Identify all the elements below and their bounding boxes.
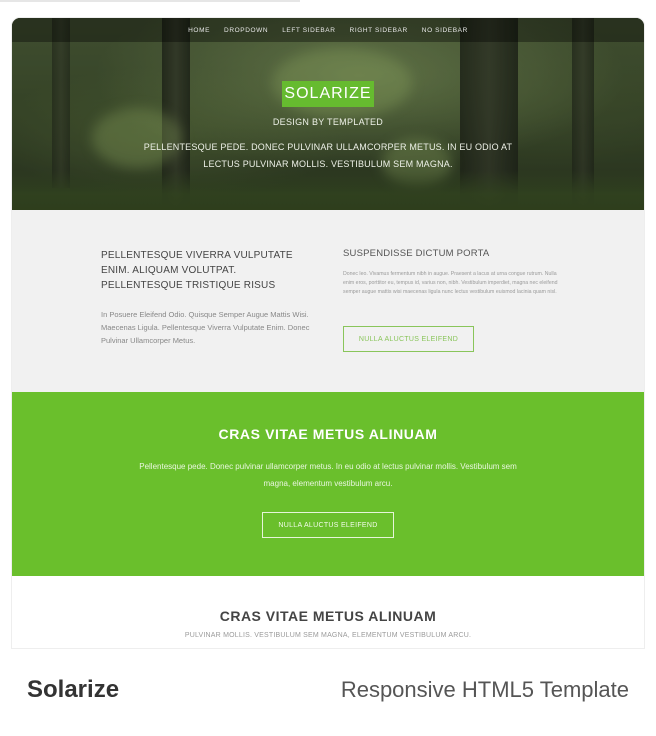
feature-body-left: In Posuere Eleifend Odio. Quisque Semper…: [101, 310, 310, 345]
hero-banner: HOME DROPDOWN LEFT SIDEBAR RIGHT SIDEBAR…: [12, 18, 644, 210]
feature-heading-right: SUSPENDISSE DICTUM PORTA: [343, 248, 490, 259]
callout-body: Pellentesque pede. Donec pulvinar ullamc…: [139, 462, 517, 488]
callout-outline-button[interactable]: NULLA ALUCTUS ELEIFEND: [262, 512, 394, 538]
template-screenshot-card[interactable]: HOME DROPDOWN LEFT SIDEBAR RIGHT SIDEBAR…: [12, 18, 644, 648]
feature-section: PELLENTESQUE VIVERRA VULPUTATE ENIM. ALI…: [12, 210, 644, 392]
bottom-section: CRAS VITAE METUS ALINUAM PULVINAR MOLLIS…: [12, 576, 644, 648]
feature-heading-left: PELLENTESQUE VIVERRA VULPUTATE ENIM. ALI…: [101, 250, 293, 291]
top-divider: [0, 0, 300, 2]
template-name[interactable]: Solarize: [27, 676, 119, 704]
nav-item-no-sidebar[interactable]: NO SIDEBAR: [422, 27, 468, 34]
hero-tagline: PELLENTESQUE PEDE. DONEC PULVINAR ULLAMC…: [143, 142, 513, 169]
hero-overlay: [12, 18, 644, 210]
feature-outline-button[interactable]: NULLA ALUCTUS ELEIFEND: [343, 326, 474, 352]
nav-item-dropdown[interactable]: DROPDOWN: [224, 27, 268, 34]
template-preview-page: HOME DROPDOWN LEFT SIDEBAR RIGHT SIDEBAR…: [0, 0, 656, 736]
nav-item-home[interactable]: HOME: [188, 27, 210, 34]
feature-body-right: Donec leo. Vivamus fermentum nibh in aug…: [343, 271, 558, 295]
top-navigation: HOME DROPDOWN LEFT SIDEBAR RIGHT SIDEBAR…: [12, 18, 644, 42]
green-callout-section: CRAS VITAE METUS ALINUAM Pellentesque pe…: [12, 392, 644, 576]
template-description: Responsive HTML5 Template: [340, 677, 629, 702]
bottom-title: CRAS VITAE METUS ALINUAM: [219, 608, 437, 624]
brand-logo-text: SOLARIZE: [284, 85, 372, 102]
callout-title: CRAS VITAE METUS ALINUAM: [218, 426, 438, 442]
brand-subtitle: DESIGN BY TEMPLATED: [272, 117, 384, 127]
nav-item-right-sidebar[interactable]: RIGHT SIDEBAR: [350, 27, 408, 34]
brand-logo-box[interactable]: SOLARIZE: [282, 81, 374, 107]
bottom-subtitle: PULVINAR MOLLIS. VESTIBULUM SEM MAGNA, E…: [184, 632, 472, 639]
nav-item-left-sidebar[interactable]: LEFT SIDEBAR: [282, 27, 335, 34]
